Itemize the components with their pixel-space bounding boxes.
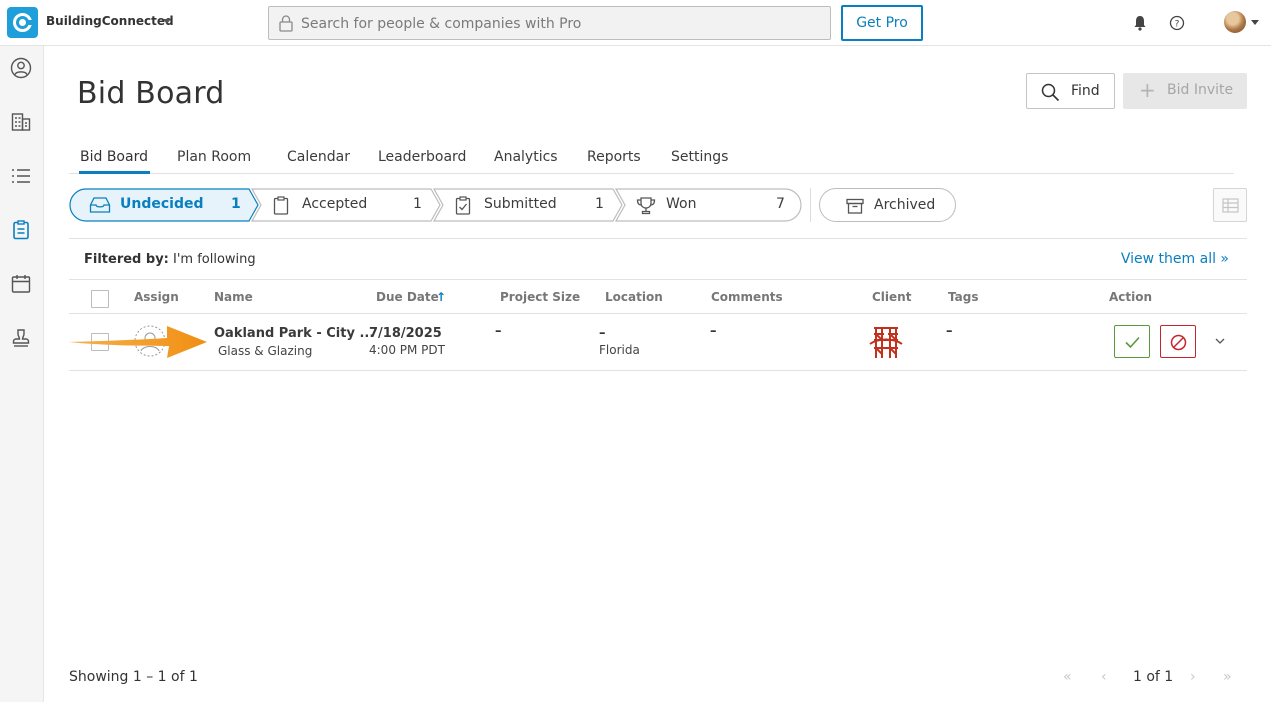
table-layout-icon: [1222, 198, 1239, 213]
top-bar: BuildingConnected Get Pro ?: [0, 0, 1271, 46]
calendar-icon[interactable]: [10, 273, 32, 295]
status-count: 1: [231, 196, 241, 212]
status-label: Won: [666, 196, 697, 212]
tab-settings[interactable]: Settings: [671, 149, 728, 165]
check-icon: [1125, 336, 1140, 349]
block-icon: [1170, 334, 1187, 351]
active-tab-indicator: [79, 171, 150, 174]
clipboard-icon: [273, 196, 289, 215]
side-nav: [0, 46, 44, 702]
archived-label: Archived: [874, 197, 936, 213]
column-comments[interactable]: Comments: [711, 290, 783, 304]
user-circle-icon[interactable]: [10, 57, 32, 79]
table-header: Assign Name Due Date ↑ Project Size Loca…: [69, 280, 1247, 314]
pagination-summary: Showing 1 – 1 of 1: [69, 669, 198, 685]
column-due-date[interactable]: Due Date: [376, 290, 439, 304]
find-button[interactable]: Find: [1026, 73, 1115, 109]
table-row[interactable]: Oakland Park - City ... Glass & Glazing …: [69, 314, 1247, 371]
tab-bid-board[interactable]: Bid Board: [80, 149, 148, 165]
status-undecided[interactable]: Undecided 1: [69, 188, 259, 222]
filter-description: Filtered by: I'm following: [84, 252, 256, 267]
sort-ascending-icon[interactable]: ↑: [436, 290, 446, 304]
bell-icon[interactable]: [1133, 15, 1147, 31]
select-all-checkbox[interactable]: [91, 290, 109, 308]
client-logo-bridge-icon[interactable]: [868, 324, 904, 360]
annotation-arrow-icon: [69, 326, 207, 358]
column-name[interactable]: Name: [214, 290, 253, 304]
column-assign[interactable]: Assign: [134, 290, 179, 304]
bid-invite-label: Bid Invite: [1167, 82, 1234, 98]
clipboard-check-icon: [455, 196, 471, 215]
stamp-icon[interactable]: [10, 327, 32, 349]
avatar[interactable]: [1224, 11, 1246, 33]
status-won[interactable]: Won 7: [615, 188, 803, 222]
status-label: Submitted: [484, 196, 557, 212]
column-action: Action: [1109, 290, 1153, 304]
search-input[interactable]: [301, 13, 801, 35]
chevron-down-icon[interactable]: [163, 19, 171, 24]
bid-invite-button[interactable]: + Bid Invite: [1123, 73, 1247, 109]
list-icon[interactable]: [10, 165, 32, 187]
tab-leaderboard[interactable]: Leaderboard: [378, 149, 466, 165]
divider: [810, 188, 811, 222]
page-indicator: 1 of 1: [1133, 669, 1174, 685]
buildings-icon[interactable]: [10, 111, 32, 133]
status-count: 7: [776, 196, 785, 212]
find-label: Find: [1071, 83, 1100, 99]
status-label: Undecided: [120, 196, 204, 212]
brand-name[interactable]: BuildingConnected: [46, 14, 174, 28]
archive-box-icon: [846, 198, 864, 214]
project-size-value: –: [495, 324, 502, 339]
column-tags[interactable]: Tags: [948, 290, 978, 304]
tags-value: –: [946, 324, 953, 339]
tab-reports[interactable]: Reports: [587, 149, 641, 165]
svg-text:?: ?: [1175, 20, 1180, 30]
project-trade: Glass & Glazing: [218, 344, 313, 358]
status-submitted[interactable]: Submitted 1: [433, 188, 623, 222]
due-time: 4:00 PM PDT: [369, 343, 445, 357]
decline-button[interactable]: [1160, 325, 1196, 358]
next-page-icon[interactable]: ›: [1190, 669, 1196, 685]
page-title: Bid Board: [77, 76, 225, 111]
tab-calendar[interactable]: Calendar: [287, 149, 350, 165]
status-count: 1: [595, 196, 604, 212]
due-date: 7/18/2025: [369, 326, 442, 341]
table-view-toggle[interactable]: [1213, 188, 1247, 222]
location-top-value: –: [599, 326, 606, 341]
tab-analytics[interactable]: Analytics: [494, 149, 558, 165]
status-label: Accepted: [302, 196, 368, 212]
inbox-icon: [89, 197, 111, 213]
previous-page-icon[interactable]: ‹: [1101, 669, 1107, 685]
search-bar[interactable]: [268, 6, 831, 40]
chevron-down-icon[interactable]: [1251, 20, 1259, 25]
first-page-icon[interactable]: «: [1063, 669, 1072, 685]
buildingconnected-logo-icon[interactable]: [7, 7, 38, 38]
lock-icon: [279, 15, 293, 32]
view-them-all-link[interactable]: View them all »: [1121, 251, 1229, 267]
status-archived[interactable]: Archived: [819, 188, 956, 222]
clipboard-icon[interactable]: [10, 219, 32, 241]
filter-bar: Filtered by: I'm following View them all…: [69, 238, 1247, 280]
last-page-icon[interactable]: »: [1223, 669, 1232, 685]
help-icon[interactable]: ?: [1169, 15, 1185, 31]
search-icon: [1041, 83, 1060, 102]
get-pro-button[interactable]: Get Pro: [841, 5, 923, 41]
status-accepted[interactable]: Accepted 1: [251, 188, 441, 222]
filter-value: I'm following: [173, 252, 256, 267]
project-name-link[interactable]: Oakland Park - City ...: [214, 326, 374, 341]
column-location[interactable]: Location: [605, 290, 663, 304]
column-project-size[interactable]: Project Size: [500, 290, 580, 304]
column-client[interactable]: Client: [872, 290, 911, 304]
comments-value: –: [710, 324, 717, 339]
location-value: Florida: [599, 343, 640, 357]
trophy-icon: [636, 197, 656, 215]
accept-button[interactable]: [1114, 325, 1150, 358]
tab-plan-room[interactable]: Plan Room: [177, 149, 251, 165]
chevron-down-icon[interactable]: [1214, 336, 1226, 346]
status-count: 1: [413, 196, 422, 212]
plus-icon: +: [1139, 78, 1156, 102]
filter-prefix: Filtered by:: [84, 252, 169, 267]
bid-board-tabs: Bid Board Plan Room Calendar Leaderboard…: [69, 140, 1234, 174]
